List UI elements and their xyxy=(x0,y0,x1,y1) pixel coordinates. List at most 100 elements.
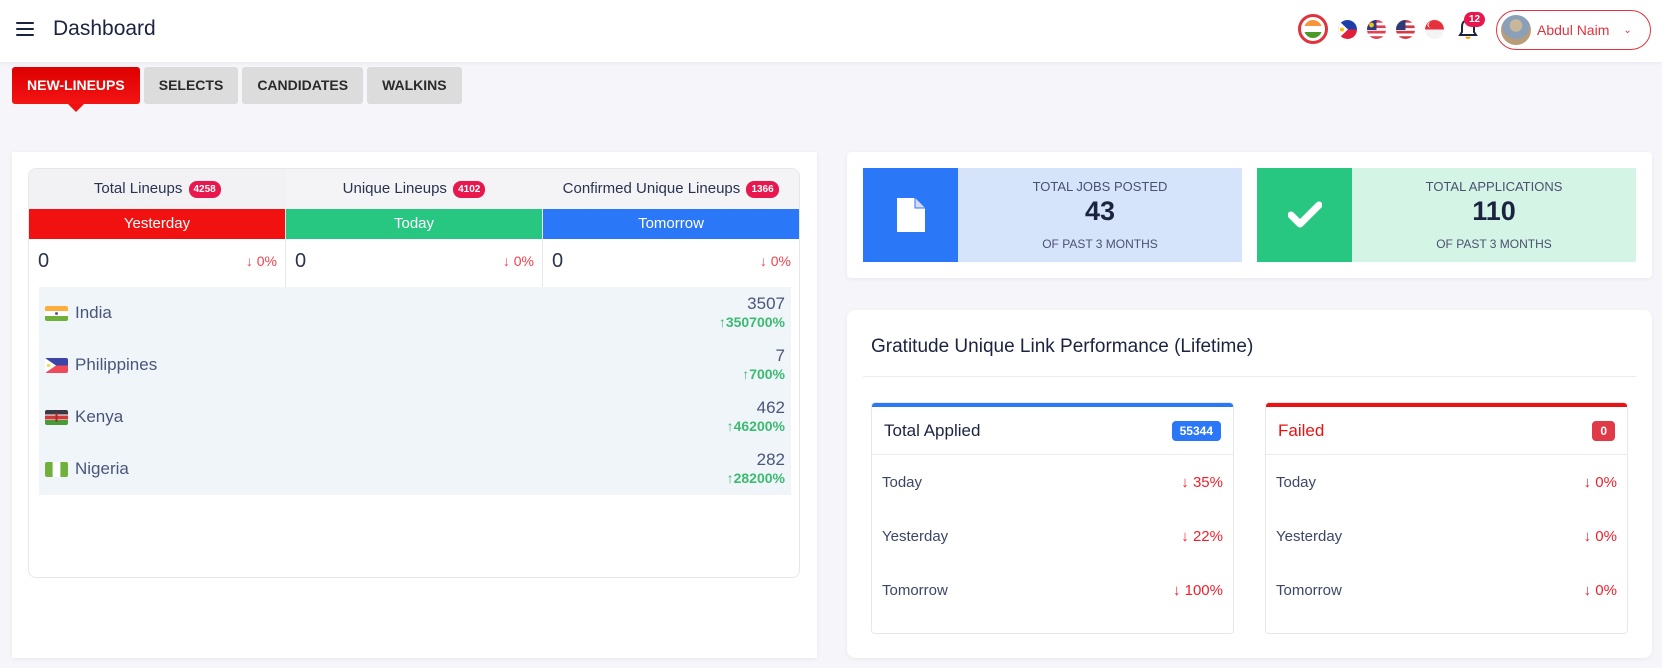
language-switcher xyxy=(1298,14,1444,44)
hamburger-icon[interactable] xyxy=(16,22,34,36)
country-list: India 3507 ↑350700% Philippines 7 ↑700% xyxy=(39,287,791,495)
summary-confirmed-unique-lineups[interactable]: Confirmed Unique Lineups 1366 xyxy=(542,169,799,209)
row-label: Yesterday xyxy=(882,527,949,545)
tab-new-lineups[interactable]: NEW-LINEUPS xyxy=(12,67,140,112)
country-name: India xyxy=(75,303,112,322)
stat-label: TOTAL APPLICATIONS xyxy=(1425,179,1563,194)
row-value: ↓ 22% xyxy=(1181,527,1223,545)
country-row-kenya: Kenya 462 ↑46200% xyxy=(39,391,791,443)
page-title: Dashboard xyxy=(53,17,156,40)
flag-india-icon[interactable] xyxy=(1298,14,1328,44)
country-name: Philippines xyxy=(75,355,158,374)
notification-count-badge: 12 xyxy=(1464,12,1486,27)
flag-malaysia-icon[interactable] xyxy=(1367,19,1386,39)
country-change: ↑700% xyxy=(742,366,785,382)
day-header: Today xyxy=(286,209,542,239)
divider xyxy=(863,376,1636,377)
row-value: ↓ 35% xyxy=(1181,473,1223,491)
country-count: 7 xyxy=(775,346,785,365)
day-header: Tomorrow xyxy=(543,209,799,239)
user-menu-button[interactable]: Abdul Naim ⌄ xyxy=(1496,10,1651,50)
count-badge: 4102 xyxy=(453,181,486,198)
country-count: 3507 xyxy=(747,294,785,313)
flag-nigeria-icon xyxy=(45,461,68,477)
day-header: Yesterday xyxy=(29,209,285,239)
stat-total-applications: TOTAL APPLICATIONS 110 OF PAST 3 MONTHS xyxy=(1257,168,1636,262)
perf-row: Yesterday ↓ 0% xyxy=(1266,509,1627,563)
stat-value: 43 xyxy=(1084,196,1116,226)
card-title: Total Applied xyxy=(884,420,981,440)
day-change: ↓ 0% xyxy=(502,253,534,269)
summary-label: Total Lineups xyxy=(93,180,183,197)
day-value: 0 xyxy=(552,249,564,272)
lineups-summary: Total Lineups 4258 Unique Lineups 4102 C… xyxy=(29,169,799,209)
flag-usa-icon[interactable] xyxy=(1396,19,1415,39)
country-change: ↑46200% xyxy=(726,418,785,434)
day-value: 0 xyxy=(38,249,50,272)
day-column-yesterday: Yesterday 0 ↓ 0% xyxy=(29,209,286,287)
flag-india-icon xyxy=(45,305,68,321)
perf-row: Yesterday ↓ 22% xyxy=(872,509,1233,563)
summary-unique-lineups[interactable]: Unique Lineups 4102 xyxy=(286,169,543,209)
flag-singapore-icon[interactable] xyxy=(1425,19,1444,39)
country-count: 282 xyxy=(756,450,785,469)
country-name: Kenya xyxy=(75,407,124,426)
top-header: Dashboard 12 Abdul Naim ⌄ xyxy=(0,0,1662,62)
flag-kenya-icon xyxy=(45,409,68,425)
row-value: ↓ 0% xyxy=(1583,527,1617,545)
day-column-tomorrow: Tomorrow 0 ↓ 0% xyxy=(543,209,799,287)
total-applied-card: Total Applied 55344 Today ↓ 35% Yesterda… xyxy=(871,402,1234,634)
count-badge: 55344 xyxy=(1171,420,1221,441)
checkmark-icon xyxy=(1257,168,1352,262)
stats-panel: TOTAL JOBS POSTED 43 OF PAST 3 MONTHS TO… xyxy=(847,152,1652,278)
flag-philippines-icon xyxy=(45,357,68,373)
tab-candidates[interactable]: CANDIDATES xyxy=(242,67,364,104)
day-columns: Yesterday 0 ↓ 0% Today 0 ↓ 0% Tomorrow 0… xyxy=(29,209,799,287)
stat-subtitle: OF PAST 3 MONTHS xyxy=(1042,237,1158,251)
avatar xyxy=(1501,15,1531,45)
stat-total-jobs-posted: TOTAL JOBS POSTED 43 OF PAST 3 MONTHS xyxy=(863,168,1242,262)
lineups-panel: Total Lineups 4258 Unique Lineups 4102 C… xyxy=(12,152,817,658)
tab-walkins[interactable]: WALKINS xyxy=(367,67,462,104)
row-label: Tomorrow xyxy=(1276,581,1342,599)
day-value: 0 xyxy=(295,249,307,272)
flag-philippines-icon[interactable] xyxy=(1338,19,1357,39)
stat-value: 110 xyxy=(1472,196,1516,226)
country-change: ↑28200% xyxy=(726,470,785,486)
user-name: Abdul Naim xyxy=(1537,22,1610,38)
stat-subtitle: OF PAST 3 MONTHS xyxy=(1436,237,1552,251)
row-value: ↓ 0% xyxy=(1583,581,1617,599)
row-value: ↓ 100% xyxy=(1172,581,1223,599)
failed-card: Failed 0 Today ↓ 0% Yesterday ↓ 0% Tomor… xyxy=(1265,402,1628,634)
stat-label: TOTAL JOBS POSTED xyxy=(1032,179,1168,194)
country-row-india: India 3507 ↑350700% xyxy=(39,287,791,339)
chevron-down-icon: ⌄ xyxy=(1623,24,1632,36)
perf-row: Today ↓ 0% xyxy=(1266,455,1627,509)
row-value: ↓ 0% xyxy=(1583,473,1617,491)
row-label: Today xyxy=(882,473,923,491)
row-label: Yesterday xyxy=(1276,527,1343,545)
count-badge: 1366 xyxy=(746,181,779,198)
row-label: Today xyxy=(1276,473,1317,491)
row-label: Tomorrow xyxy=(882,581,948,599)
country-row-philippines: Philippines 7 ↑700% xyxy=(39,339,791,391)
count-badge: 0 xyxy=(1592,420,1615,441)
tab-selects[interactable]: SELECTS xyxy=(143,67,239,104)
country-change: ↑350700% xyxy=(718,314,785,330)
count-badge: 4258 xyxy=(188,181,221,198)
summary-label: Unique Lineups xyxy=(342,180,447,197)
document-icon xyxy=(863,168,958,262)
day-column-today: Today 0 ↓ 0% xyxy=(286,209,543,287)
perf-row: Tomorrow ↓ 0% xyxy=(1266,563,1627,617)
summary-label: Confirmed Unique Lineups xyxy=(562,180,741,197)
day-change: ↓ 0% xyxy=(245,253,277,269)
summary-total-lineups[interactable]: Total Lineups 4258 xyxy=(29,169,286,209)
section-title: Gratitude Unique Link Performance (Lifet… xyxy=(871,336,1254,357)
dashboard-tabs: NEW-LINEUPS SELECTS CANDIDATES WALKINS xyxy=(12,67,462,112)
country-name: Nigeria xyxy=(75,459,129,478)
card-title: Failed xyxy=(1278,420,1325,440)
lineups-card: Total Lineups 4258 Unique Lineups 4102 C… xyxy=(28,168,800,578)
perf-row: Tomorrow ↓ 100% xyxy=(872,563,1233,617)
link-performance-panel: Gratitude Unique Link Performance (Lifet… xyxy=(847,310,1652,658)
country-row-nigeria: Nigeria 282 ↑28200% xyxy=(39,443,791,495)
